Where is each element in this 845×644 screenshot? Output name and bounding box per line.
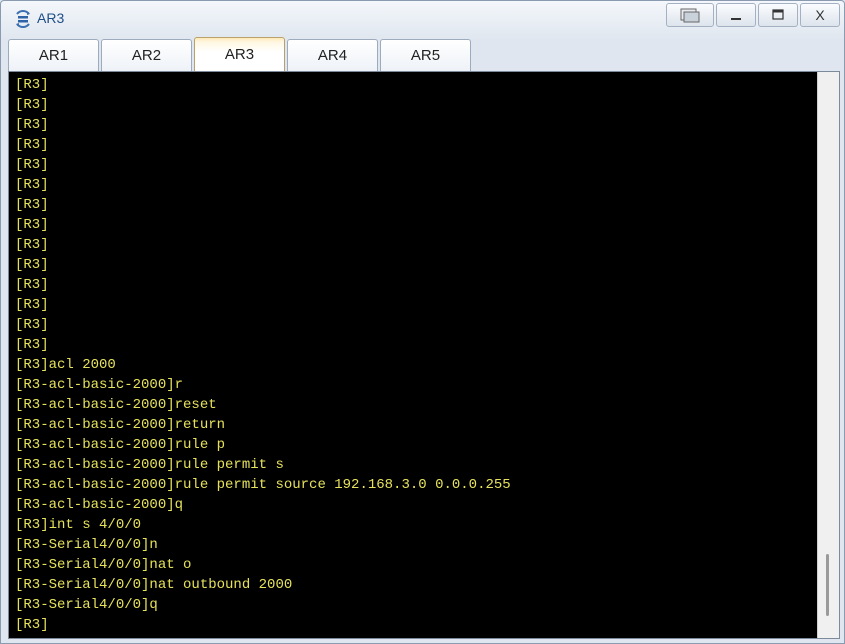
title-bar[interactable]: AR3 X [1, 1, 844, 35]
tab-label: AR1 [38, 47, 69, 64]
terminal-line: [R3] [15, 157, 49, 173]
tab-ar3[interactable]: AR3 [194, 37, 285, 71]
terminal-line: [R3]int s 4/0/0 [15, 517, 142, 533]
terminal-line: [R3] [15, 117, 49, 133]
terminal-line: [R3] [15, 617, 49, 633]
terminal-line: [R3] [15, 197, 49, 213]
terminal-line: [R3] [15, 257, 49, 273]
terminal-line: [R3] [15, 277, 49, 293]
tab-ar5[interactable]: AR5 [380, 39, 471, 71]
maximize-icon [772, 9, 784, 20]
terminal-frame: [R3] [R3] [R3] [R3] [R3] [R3] [R3] [R3] [R3] [R3]… [8, 71, 840, 639]
restore-window-icon [680, 8, 700, 23]
terminal-line: [R3-acl-basic-2000]r [15, 377, 184, 393]
terminal-line: [R3] [15, 237, 49, 253]
maximize-button[interactable] [758, 3, 798, 27]
window-title: AR3 [37, 10, 65, 26]
terminal-line: [R3-Serial4/0/0]nat outbound 2000 [15, 577, 293, 593]
terminal-line: [R3] [15, 177, 49, 193]
terminal-line: [R3] [15, 77, 49, 93]
tab-label: AR4 [317, 47, 348, 64]
terminal-line: [R3-acl-basic-2000]return [15, 417, 226, 433]
terminal-console[interactable]: [R3] [R3] [R3] [R3] [R3] [R3] [R3] [R3] [R3] [R3]… [9, 72, 817, 638]
minimize-button[interactable] [716, 3, 756, 27]
tab-label: AR5 [410, 47, 441, 64]
router-app-icon [16, 10, 30, 28]
tab-ar1[interactable]: AR1 [8, 39, 99, 71]
close-button[interactable]: X [800, 3, 840, 27]
terminal-line: [R3-acl-basic-2000]rule permit source 19… [15, 477, 511, 493]
close-icon: X [815, 7, 825, 23]
app-window: AR3 X AR1 AR2 AR3 AR4 AR5 [R3] [R3] [R3]… [0, 0, 845, 644]
terminal-line: [R3] [15, 217, 49, 233]
terminal-line: [R3-Serial4/0/0]n [15, 537, 158, 553]
tab-ar2[interactable]: AR2 [101, 39, 192, 71]
terminal-line: [R3-acl-basic-2000]reset [15, 397, 217, 413]
terminal-line: [R3-acl-basic-2000]rule permit s [15, 457, 284, 473]
vertical-scrollbar[interactable] [817, 72, 839, 638]
device-tab-bar: AR1 AR2 AR3 AR4 AR5 [8, 37, 471, 71]
scrollbar-thumb[interactable] [826, 554, 829, 616]
tab-label: AR3 [224, 46, 255, 63]
terminal-line: [R3] [15, 317, 49, 333]
terminal-line: [R3-acl-basic-2000]rule p [15, 437, 226, 453]
terminal-line: [R3-Serial4/0/0]q [15, 597, 158, 613]
terminal-line: [R3]acl 2000 [15, 357, 116, 373]
terminal-line: [R3] [15, 337, 49, 353]
terminal-line: [R3] [15, 97, 49, 113]
restore-window-button[interactable] [666, 3, 714, 27]
tab-label: AR2 [131, 47, 162, 64]
terminal-line: [R3] [15, 137, 49, 153]
terminal-line: [R3] [15, 297, 49, 313]
minimize-icon [731, 18, 741, 20]
terminal-line: [R3-Serial4/0/0]nat o [15, 557, 192, 573]
tab-ar4[interactable]: AR4 [287, 39, 378, 71]
window-controls: X [666, 3, 840, 29]
terminal-line: [R3-acl-basic-2000]q [15, 497, 184, 513]
